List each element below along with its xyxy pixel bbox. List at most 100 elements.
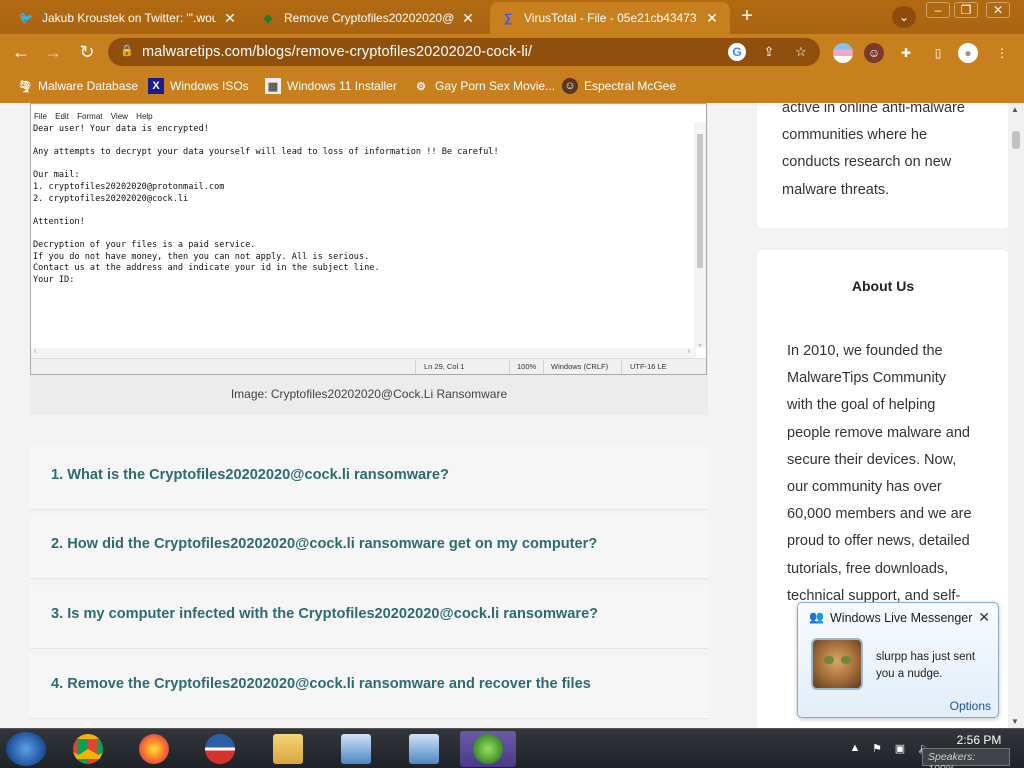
bio-line: active in online anti-malware (782, 103, 965, 116)
options-link[interactable]: Options (950, 699, 991, 713)
ransom-note-figure: File Edit Format View Help Dear user! Yo… (30, 103, 708, 415)
notification-message[interactable]: slurpp has just sent you a nudge. (876, 649, 994, 683)
address-bar[interactable]: 🔒 malwaretips.com/blogs/remove-cryptofil… (108, 38, 820, 66)
about-us-heading: About Us (851, 278, 915, 294)
taskbar-network-setup[interactable] (328, 731, 384, 767)
status-position: Ln 29, Col 1 (424, 362, 465, 371)
faq-question[interactable]: 3. Is my computer infected with the Cryp… (51, 606, 598, 622)
forward-arrow-icon[interactable]: → (42, 42, 64, 62)
twitter-icon: 🐦 (18, 11, 34, 25)
taskbar: ▲ ⚑ ▣ 🔈 2:56 PM (0, 728, 1024, 768)
faq-item[interactable]: 1. What is the Cryptofiles20202020@cock.… (30, 446, 708, 510)
virustotal-icon: ∑ (503, 11, 513, 25)
taskbar-chrome[interactable] (60, 731, 116, 767)
share-icon[interactable]: ⇪ (760, 43, 778, 61)
side-panel-icon[interactable]: ▯ (928, 43, 948, 63)
extension-flag-icon[interactable] (833, 43, 853, 63)
clock-time[interactable]: 2:56 PM (946, 733, 1012, 747)
messenger-buddy-icon: 👥 (809, 610, 824, 624)
close-tab-icon[interactable]: ✕ (222, 10, 238, 27)
browser-chrome: 🐦 Jakub Kroustek on Twitter: "'.wou ✕ ◆ … (0, 0, 1024, 103)
about-line: MalwareTips Community (787, 370, 946, 387)
tab-title: VirusTotal - File - 05e21cb43473 (524, 11, 697, 25)
bookmark-label: Windows ISOs (170, 79, 249, 93)
network-setup-icon (341, 734, 371, 764)
bookmark-movie[interactable]: ⚙ Gay Porn Sex Movie... (413, 76, 555, 96)
menu-file: File (34, 112, 47, 121)
messenger-icon (473, 734, 503, 764)
extensions-puzzle-icon[interactable]: ✚ (896, 43, 916, 63)
menu-format: Format (77, 112, 103, 121)
faq-question[interactable]: 1. What is the Cryptofiles20202020@cock.… (51, 467, 449, 483)
menu-help: Help (136, 112, 153, 121)
author-bio-text: active in online anti-malware communitie… (782, 103, 965, 204)
faq-item[interactable]: 2. How did the Cryptofiles20202020@cock.… (30, 515, 708, 579)
obama-icon (205, 734, 235, 764)
scroll-down-icon: ⌄ (697, 341, 703, 348)
faq-item[interactable]: 4. Remove the Cryptofiles20202020@cock.l… (30, 655, 708, 719)
note-line: ​ (33, 159, 499, 171)
tab-search-chevron-icon[interactable]: ⌄ (892, 6, 916, 28)
about-line: people remove malware and (787, 424, 970, 441)
google-lens-icon[interactable]: G (728, 43, 746, 61)
about-line: tutorials, free downloads, (787, 560, 949, 577)
faq-question[interactable]: 2. How did the Cryptofiles20202020@cock.… (51, 536, 597, 552)
about-line: secure their devices. Now, (787, 451, 957, 468)
ransom-note-text: Dear user! Your data is encrypted!​Any a… (33, 124, 499, 286)
tab-title: Remove Cryptofiles20202020@c (284, 11, 454, 25)
close-tab-icon[interactable]: ✕ (704, 10, 720, 27)
menu-kebab-icon[interactable]: ⋮ (992, 43, 1012, 63)
browser-toolbar: ← → ↻ 🔒 malwaretips.com/blogs/remove-cry… (0, 34, 1024, 70)
note-line: Contact us at the address and indicate y… (33, 263, 380, 274)
network-icon[interactable]: ▣ (893, 742, 907, 756)
avatar-icon: ☺ (562, 78, 578, 94)
page-scrollbar[interactable]: ▲ ▼ (1008, 103, 1024, 728)
network-setup-icon-2 (409, 734, 439, 764)
close-window-icon[interactable]: ✕ (986, 2, 1010, 18)
start-button[interactable] (6, 732, 46, 766)
scroll-down-icon[interactable]: ▼ (1011, 717, 1019, 726)
new-tab-button[interactable]: + (734, 6, 760, 28)
minimize-icon[interactable]: – (926, 2, 950, 18)
faq-question[interactable]: 4. Remove the Cryptofiles20202020@cock.l… (51, 676, 591, 692)
scroll-up-icon[interactable]: ▲ (1011, 105, 1019, 114)
bookmark-windows-11-installer[interactable]: ▦ Windows 11 Installer (265, 76, 397, 96)
faq-item[interactable]: 3. Is my computer infected with the Cryp… (30, 585, 708, 649)
reload-icon[interactable]: ↻ (76, 42, 98, 62)
gear-icon: ⚙ (416, 80, 426, 93)
back-arrow-icon[interactable]: ← (10, 42, 32, 62)
about-line: proud to offer news, detailed (787, 533, 970, 550)
notepad-menu: File Edit Format View Help (34, 112, 159, 121)
tab-twitter[interactable]: 🐦 Jakub Kroustek on Twitter: "'.wou ✕ (8, 2, 248, 34)
close-tab-icon[interactable]: ✕ (460, 10, 476, 27)
lock-icon: 🔒 (120, 45, 134, 57)
taskbar-firefox[interactable] (126, 731, 182, 767)
note-line: Our mail: (33, 170, 80, 181)
note-line: ​ (33, 205, 499, 217)
taskbar-network-setup-2[interactable] (396, 731, 452, 767)
messenger-notification[interactable]: 👥 Windows Live Messenger ✕ slurpp has ju… (797, 602, 999, 718)
close-icon[interactable]: ✕ (978, 609, 990, 626)
taskbar-messenger[interactable] (460, 731, 516, 767)
bookmark-label: Windows 11 Installer (287, 79, 397, 93)
taskbar-obama[interactable] (192, 731, 248, 767)
tab-malwaretips[interactable]: ◆ Remove Cryptofiles20202020@c ✕ (250, 2, 486, 34)
menu-edit: Edit (55, 112, 69, 121)
action-center-flag-icon[interactable]: ⚑ (870, 742, 884, 756)
page-scroll-thumb[interactable] (1012, 131, 1020, 149)
show-hidden-icons-chevron[interactable]: ▲ (848, 742, 862, 756)
scroll-right-icon: › (687, 348, 690, 355)
bookmark-star-icon[interactable]: ☆ (792, 43, 810, 61)
bookmark-malware-database[interactable]: 🌪 Malware Database (18, 76, 138, 96)
author-bio-card: active in online anti-malware communitie… (757, 103, 1009, 228)
tab-virustotal[interactable]: ∑ VirusTotal - File - 05e21cb43473 ✕ (490, 2, 730, 34)
bookmark-windows-isos[interactable]: X Windows ISOs (148, 76, 249, 96)
url-text[interactable]: malwaretips.com/blogs/remove-cryptofiles… (142, 44, 532, 60)
bookmark-label: Espectral McGee (584, 79, 677, 93)
restore-icon[interactable]: ❐ (954, 2, 978, 18)
extension-avatar-icon[interactable]: ☺ (864, 43, 884, 63)
bookmark-espectral-mcgee[interactable]: ☺ Espectral McGee (562, 76, 676, 96)
about-line: with the goal of helping (787, 397, 936, 414)
profile-icon[interactable]: ● (958, 43, 978, 63)
taskbar-explorer[interactable] (260, 731, 316, 767)
